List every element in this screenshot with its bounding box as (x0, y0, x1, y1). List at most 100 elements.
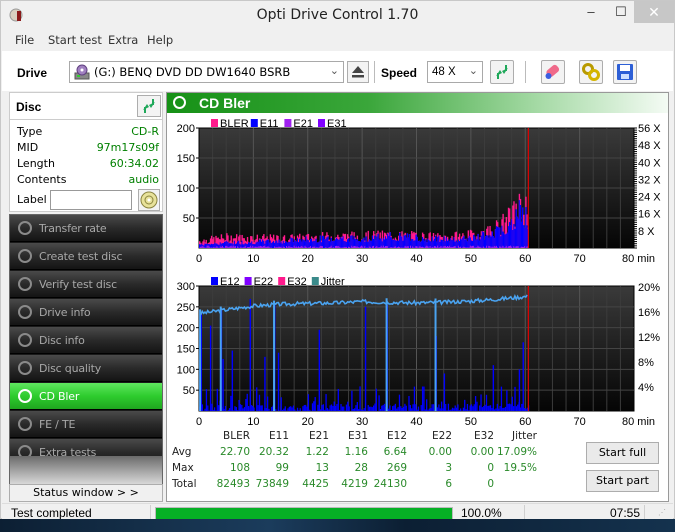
e12-bar (439, 408, 441, 411)
e12-bar (279, 410, 281, 411)
chart-bler: BLER E11 E21 E31 0 10 20 30 40 50 60 70 80 min 50 100 1… (177, 118, 662, 265)
e12-bar (324, 409, 326, 411)
e12-bar (502, 407, 504, 411)
stats-value: 0 (487, 478, 494, 490)
start-part-button[interactable]: Start part (586, 470, 659, 492)
e12-bar (438, 404, 440, 411)
e12-bar (243, 407, 246, 411)
e12-bar (424, 409, 426, 411)
e12-bar (382, 404, 384, 411)
e12-bar (417, 406, 420, 411)
stats-value: 17.09% (496, 446, 537, 458)
e12-bar (299, 408, 301, 411)
e12-bar (329, 405, 331, 411)
e12-bar (491, 407, 493, 411)
stats-table: BLER E11 E21 E31 E12 E22 E32 Jitter Avg 22.70 20.3… (167, 428, 587, 498)
label-disc-button[interactable] (138, 189, 160, 211)
main-panel: CD Bler BLER E11 E21 E31 0 10 20 30 40 50 60 70 80 m… (166, 92, 669, 502)
e12-bar (290, 406, 292, 411)
e12-bar (253, 407, 255, 411)
stats-row-label: Total (172, 478, 197, 490)
minimize-button[interactable]: ‒ (576, 1, 606, 23)
nav-drive-info[interactable]: Drive info (10, 299, 162, 326)
e12-bar (370, 406, 372, 411)
save-button[interactable] (613, 60, 637, 84)
e12-bar (375, 388, 378, 411)
nav-fe-te[interactable]: FE / TE (10, 411, 162, 438)
eject-button[interactable] (347, 61, 369, 83)
e12-bar (453, 408, 455, 411)
disc-type-value: CD-R (131, 125, 159, 138)
nav-verify-test-disc[interactable]: Verify test disc (10, 271, 162, 298)
x-tick-label: 60 (519, 416, 531, 428)
menu-bar: File Start test Extra Help (2, 30, 673, 50)
e12-spike (522, 342, 524, 411)
nav-create-test-disc[interactable]: Create test disc (10, 243, 162, 270)
nav-cd-bler[interactable]: CD Bler (10, 383, 162, 410)
menu-help[interactable]: Help (147, 33, 173, 47)
e12-bar (232, 410, 235, 411)
disc-mid-value: 97m17s09f (96, 141, 159, 154)
x-tick-label: 30 (356, 416, 368, 428)
elapsed-time: 07:55 (610, 506, 641, 520)
e12-bar (508, 403, 511, 411)
start-full-button[interactable]: Start full (586, 442, 659, 464)
e12-spike (492, 365, 495, 411)
e12-bar (258, 394, 261, 411)
speed-value: 48 X (432, 66, 456, 78)
y2-tick-label: 16% (638, 307, 660, 319)
e12-bar (227, 409, 229, 411)
x-tick-label: 50 (465, 416, 477, 428)
cd-icon (140, 191, 158, 209)
maximize-button[interactable]: ☐ (606, 1, 636, 23)
y2-tick-label: 56 X (638, 123, 661, 135)
y-tick-label: 100 (177, 183, 195, 195)
resize-grip-icon[interactable]: ⋰ (658, 508, 666, 517)
e12-bar (245, 398, 247, 411)
status-window-button[interactable]: Status window > > (9, 484, 163, 502)
e12-bar (500, 386, 503, 411)
speed-select[interactable]: 48 X ⌄ (427, 61, 483, 83)
nav-label: Drive info (39, 306, 91, 319)
menu-extra[interactable]: Extra (108, 33, 138, 47)
e12-bar (218, 405, 220, 411)
erase-button[interactable] (541, 60, 565, 84)
nav-label: Verify test disc (39, 278, 117, 291)
e12-bar (294, 409, 296, 411)
y2-tick-label: 40 X (638, 157, 661, 169)
e12-bar (397, 407, 399, 411)
e12-bar (389, 405, 391, 411)
e12-bar (367, 405, 369, 411)
e12-bar (495, 408, 497, 411)
e12-bar (234, 406, 236, 411)
e12-bar (473, 404, 475, 411)
save-icon (617, 64, 633, 80)
e12-bar (360, 409, 363, 411)
nav-transfer-rate[interactable]: Transfer rate (10, 215, 162, 242)
disc-icon (18, 221, 32, 235)
e12-bar (337, 388, 339, 411)
drive-select[interactable]: (G:) BENQ DVD DD DW1640 BSRB ⌄ (69, 61, 344, 83)
e12-bar (378, 395, 380, 411)
nav-disc-info[interactable]: Disc info (10, 327, 162, 354)
nav-disc-quality[interactable]: Disc quality (10, 355, 162, 382)
stats-row-label: Avg (172, 446, 192, 458)
e12-bar (292, 405, 295, 411)
e12-bar (413, 386, 416, 411)
menu-start-test[interactable]: Start test (48, 33, 102, 47)
e12-bar (347, 401, 349, 411)
menu-file[interactable]: File (15, 33, 34, 47)
disc-label-input[interactable] (50, 190, 132, 210)
e12-bar (496, 403, 499, 411)
e12-bar (445, 403, 447, 411)
disc-refresh-button[interactable] (137, 95, 161, 117)
e12-bar (514, 386, 516, 411)
e12-bar (460, 408, 462, 411)
stats-col-header: E32 (474, 430, 494, 442)
e12-bar (436, 407, 439, 411)
e12-bar (474, 396, 477, 411)
close-button[interactable]: ✕ (634, 1, 674, 23)
erase-icon (545, 64, 560, 79)
refresh-speed-button[interactable] (490, 60, 514, 84)
settings-button[interactable] (579, 60, 603, 84)
